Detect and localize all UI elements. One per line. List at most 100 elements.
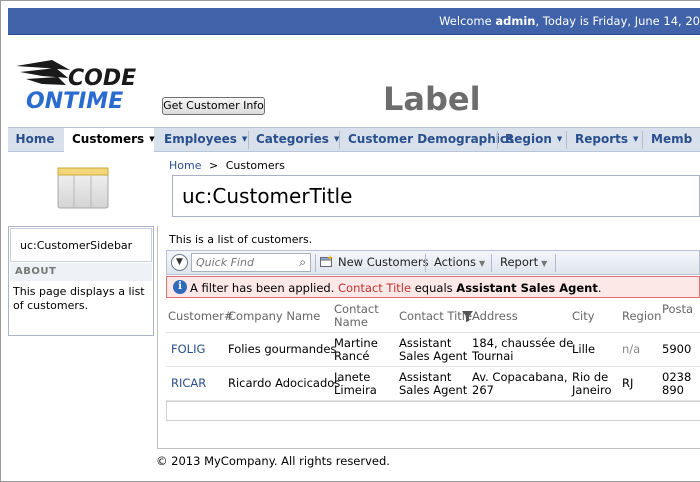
menu-item-reports[interactable]: Reports ▼ <box>575 128 638 152</box>
menu-divider <box>339 131 340 149</box>
view-selector-button[interactable]: ▼ <box>171 254 188 271</box>
cell-address: 184, chaussée de Tournai <box>472 337 573 363</box>
table-row[interactable]: FOLIG Folies gourmandes Martine Rancé Ass… <box>166 333 700 367</box>
menu-item-employees[interactable]: Employees ▼ <box>164 128 247 152</box>
chevron-down-icon: ▼ <box>556 135 563 143</box>
page-title-box: uc:CustomerTitle <box>172 175 700 217</box>
cell-line: Assistant <box>399 336 452 350</box>
menu-divider <box>642 131 643 149</box>
cell-line: Rio de <box>572 370 609 384</box>
cell-line: Martine <box>334 336 378 350</box>
list-description: This is a list of customers. <box>169 233 313 246</box>
breadcrumb-home-link[interactable]: Home <box>169 159 201 172</box>
cell-line: Sales Agent <box>399 383 468 397</box>
welcome-message: Welcome admin, Today is Friday, June 14,… <box>439 14 700 28</box>
column-header-customer[interactable]: Customer# <box>168 310 234 323</box>
customer-sidebar: uc:CustomerSidebar ABOUT This page displ… <box>8 226 154 336</box>
chevron-down-icon: ▼ <box>633 135 639 143</box>
sidebar-about-heading: ABOUT <box>10 263 152 281</box>
actions-button[interactable]: Actions ▼ <box>434 255 485 269</box>
cell-line: 0238 <box>662 370 692 384</box>
menu-item-home[interactable]: Home <box>8 128 62 152</box>
column-header-region[interactable]: Region <box>622 310 661 323</box>
quick-find-input[interactable]: Quick Find ⌕ <box>191 253 311 272</box>
cell-city: Rio de Janeiro <box>572 371 612 397</box>
code-on-time-logo[interactable]: CODE ONTIME <box>12 52 143 114</box>
cell-line: 267 <box>472 383 494 397</box>
breadcrumb: Home > Customers <box>169 159 285 172</box>
toolbar-divider <box>425 254 426 272</box>
header-label: Label <box>383 80 481 118</box>
welcome-date: , Today is Friday, June 14, 20 <box>535 14 700 28</box>
quick-find-placeholder: Quick Find <box>196 256 254 269</box>
new-record-icon <box>320 255 333 267</box>
cell-contact-title: Assistant Sales Agent <box>399 337 467 363</box>
chevron-down-icon: ▼ <box>479 259 486 268</box>
cell-line: Assistant <box>399 370 452 384</box>
toolbar-divider <box>315 254 316 272</box>
filter-prefix: A filter has been applied. <box>190 281 339 295</box>
toolbar-divider <box>555 254 556 272</box>
column-header-postal-code[interactable]: Postal Code <box>662 303 692 316</box>
chevron-down-icon: ▼ <box>541 259 548 268</box>
cell-region: RJ <box>622 376 634 390</box>
menu-label-customers: Customers <box>72 132 145 146</box>
report-label: Report <box>500 255 539 269</box>
menu-divider <box>248 131 249 149</box>
cell-contact-title: Assistant Sales Agent <box>399 371 467 397</box>
page-title: uc:CustomerTitle <box>182 184 353 208</box>
cell-city: Lille <box>572 343 595 356</box>
new-customers-button[interactable]: New Customers <box>320 255 429 269</box>
menu-item-categories[interactable]: Categories ▼ <box>256 128 339 152</box>
logo-text-code: CODE <box>68 66 136 91</box>
column-header-company-name[interactable]: Company Name <box>228 310 320 323</box>
cell-contact-name: Janete Limeira <box>334 371 377 397</box>
cell-customer-link[interactable]: FOLIG <box>171 343 205 356</box>
search-icon[interactable]: ⌕ <box>299 255 306 270</box>
footer-copyright: © 2013 MyCompany. All rights reserved. <box>156 454 390 468</box>
report-button[interactable]: Report ▼ <box>500 255 547 269</box>
column-header-contact-name[interactable]: Contact Name <box>334 303 384 329</box>
menu-divider <box>566 131 567 149</box>
cell-line: Av. Copacabana, <box>472 370 568 384</box>
menu-item-membership[interactable]: Memb <box>651 128 692 152</box>
cell-region: n/a <box>622 342 641 356</box>
top-bar: Welcome admin, Today is Friday, June 14,… <box>8 8 700 35</box>
menu-label-customer-demographics: Customer Demographics <box>348 132 515 146</box>
chevron-down-icon: ▼ <box>176 257 183 267</box>
grid-toolbar: ▼ Quick Find ⌕ New Customers Actions ▼ Re… <box>166 250 700 275</box>
cell-line: Lille <box>572 342 596 356</box>
cell-line: Rancé <box>334 349 370 363</box>
cell-line: Janeiro <box>572 383 612 397</box>
menu-label-categories: Categories <box>256 132 329 146</box>
cell-line: Janete <box>334 370 371 384</box>
menu-item-region[interactable]: Region ▼ <box>505 128 562 152</box>
menu-label-reports: Reports <box>575 132 629 146</box>
new-customers-label: New Customers <box>338 255 429 269</box>
column-header-address[interactable]: Address <box>472 310 518 323</box>
user-name: admin <box>495 14 536 28</box>
actions-label: Actions <box>434 255 477 269</box>
cell-company: Ricardo Adocicados <box>228 376 341 390</box>
menu-item-customers[interactable]: Customers ▼ <box>64 128 155 152</box>
filter-operator: equals <box>411 281 457 295</box>
cell-contact-name: Martine Rancé <box>334 337 378 363</box>
menu-divider <box>497 131 498 149</box>
cell-postal-code: 5900 <box>662 342 692 356</box>
breadcrumb-current: Customers <box>225 159 285 172</box>
cell-line: Sales Agent <box>399 349 468 363</box>
cell-customer-link[interactable]: RICAR <box>171 377 206 390</box>
cell-postal-code: 0238 890 <box>662 371 691 397</box>
get-customer-info-button[interactable]: Get Customer Info <box>162 97 265 115</box>
cell-line: Limeira <box>334 383 377 397</box>
table-row[interactable]: RICAR Ricardo Adocicados Janete Limeira A… <box>166 367 700 401</box>
cell-line: Tournai <box>472 349 514 363</box>
page-header: CODE ONTIME Get Customer Info Label <box>8 35 700 127</box>
cell-line: 184, chaussée de <box>472 336 574 350</box>
filter-text: A filter has been applied. Contact Title… <box>190 281 602 295</box>
filter-field-link[interactable]: Contact Title <box>338 281 411 295</box>
menu-item-customer-demographics[interactable]: Customer Demographics <box>348 128 514 152</box>
column-header-city[interactable]: City <box>572 310 595 323</box>
menu-label-membership: Memb <box>651 132 693 146</box>
grid-pager <box>166 401 700 421</box>
